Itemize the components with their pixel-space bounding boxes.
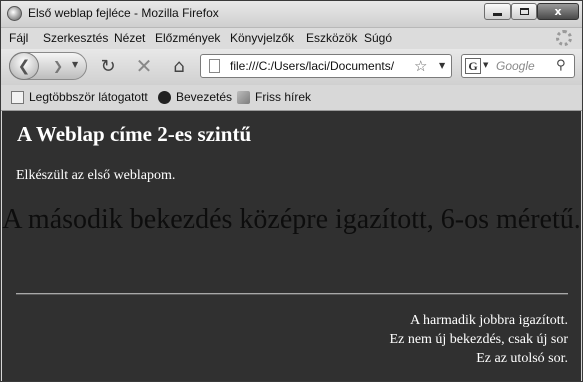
title-bar[interactable]: Első weblap fejléce - Mozilla Firefox x <box>1 1 582 28</box>
search-icon[interactable]: ⚲ <box>556 58 566 73</box>
bookmarks-toolbar: Legtöbbször látogatott Bevezetés Friss h… <box>1 85 582 111</box>
window-title: Első weblap fejléce - Mozilla Firefox <box>28 6 219 20</box>
close-button[interactable]: x <box>537 3 579 20</box>
navigation-toolbar: ❮ ❯ ▼ ↻ ✕ ⌂ file:///C:/Users/laci/Docume… <box>1 49 582 85</box>
maximize-icon <box>519 8 529 15</box>
menu-bar: Fájl Szerkesztés Nézet Előzmények Könyvj… <box>1 28 582 49</box>
back-forward-group: ❮ ❯ ▼ <box>9 52 87 80</box>
page-icon <box>209 59 220 73</box>
browser-window: Első weblap fejléce - Mozilla Firefox x … <box>0 0 583 382</box>
bookmark-label: Legtöbbször látogatott <box>29 90 148 104</box>
menu-history[interactable]: Előzmények <box>155 31 220 45</box>
right-line-1: A harmadik jobbra igazított. <box>410 313 568 328</box>
search-input[interactable]: Google <box>496 59 535 73</box>
bookmark-most-visited[interactable]: Legtöbbször látogatott <box>11 90 148 104</box>
search-bar[interactable]: G ▼ Google ⚲ <box>461 54 575 78</box>
bookmark-getting-started[interactable]: Bevezetés <box>158 90 232 104</box>
home-icon[interactable]: ⌂ <box>168 55 190 77</box>
right-line-3: Ez az utolsó sor. <box>476 351 568 366</box>
menu-view[interactable]: Nézet <box>114 31 145 45</box>
page-heading: A Weblap címe 2-es szintű <box>17 122 252 146</box>
menu-edit[interactable]: Szerkesztés <box>43 31 108 45</box>
bookmark-label: Bevezetés <box>176 90 233 104</box>
menu-tools[interactable]: Eszközök <box>306 31 357 45</box>
back-button[interactable]: ❮ <box>9 52 39 80</box>
rss-feed-icon <box>237 90 250 104</box>
bookmark-latest-headlines[interactable]: Friss hírek <box>237 90 311 104</box>
first-paragraph: Elkészült az első weblapom. <box>16 168 176 183</box>
url-input[interactable]: file:///C:/Users/laci/Documents/ <box>230 59 410 73</box>
page-icon <box>11 90 24 104</box>
minimize-icon <box>493 13 502 16</box>
menu-bookmarks[interactable]: Könyvjelzők <box>230 31 294 45</box>
bookmark-star-icon[interactable]: ☆ <box>414 57 427 75</box>
right-aligned-paragraph: A harmadik jobbra igazított. Ez nem új b… <box>390 311 568 368</box>
forward-button[interactable]: ❯ <box>48 58 68 74</box>
maximize-button[interactable] <box>511 3 537 20</box>
forward-arrow-icon: ❯ <box>52 59 64 73</box>
right-line-2: Ez nem új bekezdés, csak új sor <box>389 332 568 347</box>
stop-icon[interactable]: ✕ <box>133 54 155 78</box>
menu-file[interactable]: Fájl <box>9 31 28 45</box>
close-icon: x <box>554 5 562 18</box>
url-history-dropdown-icon[interactable]: ▼ <box>439 61 445 70</box>
back-arrow-icon: ❮ <box>17 57 31 75</box>
centered-paragraph: A második bekezdés középre igazított, 6-… <box>2 204 581 235</box>
menu-help[interactable]: Súgó <box>364 31 392 45</box>
firefox-icon <box>158 90 171 104</box>
bookmark-label: Friss hírek <box>255 90 312 104</box>
google-engine-icon[interactable]: G <box>465 58 481 74</box>
horizontal-rule <box>16 293 568 295</box>
search-engine-dropdown-icon[interactable]: ▼ <box>483 61 488 69</box>
page-content: A Weblap címe 2-es szintű Elkészült az e… <box>2 111 581 381</box>
firefox-logo-icon <box>7 6 22 21</box>
minimize-button[interactable] <box>484 3 511 20</box>
reload-icon[interactable]: ↻ <box>97 55 119 77</box>
loading-throbber-icon <box>556 30 572 46</box>
history-dropdown-icon[interactable]: ▼ <box>72 60 78 69</box>
address-bar[interactable]: file:///C:/Users/laci/Documents/ ☆ ▼ <box>200 54 452 78</box>
